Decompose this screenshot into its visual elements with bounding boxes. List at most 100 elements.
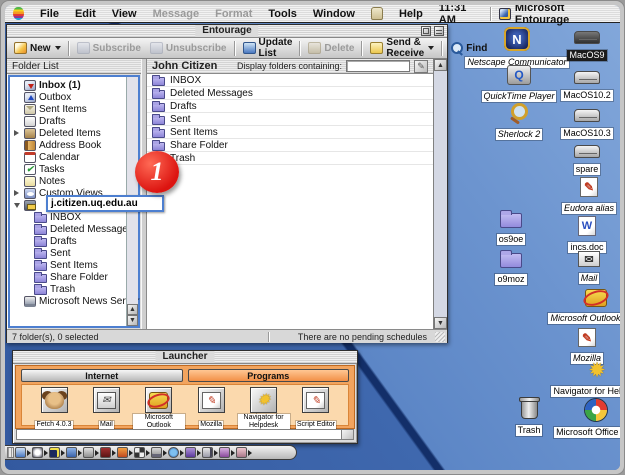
menu-tools[interactable]: Tools bbox=[260, 5, 305, 22]
scroll-up-icon[interactable]: ▲ bbox=[434, 59, 447, 71]
zoom-box-icon[interactable] bbox=[421, 26, 431, 36]
cs-file-sharing-module[interactable] bbox=[66, 447, 82, 458]
collapse-box-icon[interactable] bbox=[434, 26, 444, 36]
find-button[interactable]: Find bbox=[446, 40, 491, 57]
launcher-horizontal-scrollbar[interactable] bbox=[16, 429, 354, 440]
desktop-icon-o9moz-folder[interactable]: o9moz bbox=[476, 253, 546, 287]
folder-item-drafts[interactable]: Drafts bbox=[10, 115, 126, 127]
desktop-icon-spare[interactable]: spare bbox=[549, 145, 620, 177]
menubar-clock[interactable]: 11:31 AM bbox=[431, 5, 490, 26]
cs-monitor-depth-module[interactable] bbox=[117, 447, 133, 458]
cs-location-module[interactable] bbox=[185, 447, 201, 458]
folder-item-account-sent[interactable]: Sent bbox=[10, 247, 126, 259]
launcher-navigator-helpdesk-button[interactable]: ✹ Navigator for Helpdesk bbox=[238, 387, 290, 425]
disclosure-triangle-icon[interactable] bbox=[12, 130, 21, 136]
send-receive-button[interactable]: Send & Receive bbox=[366, 40, 438, 57]
folder-item-account-trash[interactable]: Trash bbox=[10, 283, 126, 295]
cs-clock-module[interactable] bbox=[32, 447, 48, 458]
desktop-icon-mail-alias[interactable]: ✉ Mail bbox=[547, 251, 620, 286]
entourage-title-bar[interactable]: Entourage bbox=[7, 25, 447, 38]
folder-item-account-share-folder[interactable]: Share Folder bbox=[10, 271, 126, 283]
module-arrow-icon bbox=[95, 450, 99, 456]
control-strip[interactable] bbox=[5, 445, 297, 460]
cs-display-module[interactable] bbox=[15, 447, 31, 458]
tab-internet[interactable]: Internet bbox=[21, 369, 183, 382]
launcher-title-bar[interactable]: Launcher bbox=[13, 351, 357, 364]
resize-handle-icon[interactable] bbox=[435, 332, 445, 342]
cs-disk-module[interactable] bbox=[236, 447, 252, 458]
cs-speech-module[interactable] bbox=[219, 447, 235, 458]
mail-folder-row-inbox[interactable]: INBOX bbox=[147, 74, 433, 87]
menu-file[interactable]: File bbox=[32, 5, 67, 22]
scroll-up-icon[interactable]: ▲ bbox=[127, 304, 138, 315]
menu-view[interactable]: View bbox=[104, 5, 145, 22]
hard-drive-icon bbox=[574, 145, 600, 158]
folder-item-account-inbox[interactable]: INBOX bbox=[10, 211, 126, 223]
folder-item-outbox[interactable]: Outbox bbox=[10, 91, 126, 103]
launcher-script-editor-button[interactable]: ✎ Script Editor bbox=[290, 387, 342, 425]
desktop-icon-eudora-alias[interactable]: ✎ Eudora alias bbox=[547, 177, 620, 216]
desktop-icon-microsoft-office[interactable]: Microsoft Office 200 bbox=[546, 399, 620, 440]
cs-quicktime-module[interactable] bbox=[168, 447, 184, 458]
folder-item-notes[interactable]: Notes bbox=[10, 175, 126, 187]
launcher-mail-button[interactable]: ✉ Mail bbox=[80, 387, 132, 425]
desktop-icon-os9oe-folder[interactable]: os9oe bbox=[476, 213, 546, 247]
tab-programs[interactable]: Programs bbox=[188, 369, 350, 382]
folder-item-tasks[interactable]: Tasks bbox=[10, 163, 126, 175]
desktop[interactable]: N Netscape Communicator MacOS9 Q QuickTi… bbox=[5, 23, 620, 470]
folder-item-calendar[interactable]: Calendar bbox=[10, 151, 126, 163]
desktop-icon-macos9[interactable]: MacOS9 bbox=[549, 31, 620, 63]
edit-pencil-icon[interactable]: ✎ bbox=[414, 60, 428, 73]
server-name-edit-field[interactable]: j.citizen.uq.edu.au bbox=[46, 195, 164, 212]
speaker-icon bbox=[202, 447, 213, 458]
applescript-menu[interactable] bbox=[363, 5, 391, 22]
mail-folder-row-sent[interactable]: Sent bbox=[147, 113, 433, 126]
desktop-icon-outlook-express-alias[interactable]: Microsoft Outlook Expr bbox=[546, 289, 620, 326]
update-list-button[interactable]: Update List bbox=[239, 40, 297, 57]
disclosure-triangle-icon[interactable] bbox=[12, 203, 21, 208]
menu-window[interactable]: Window bbox=[305, 5, 363, 22]
cs-printer-module[interactable] bbox=[151, 447, 167, 458]
new-button[interactable]: New bbox=[10, 40, 65, 57]
folder-item-inbox[interactable]: Inbox (1) bbox=[10, 79, 126, 91]
menu-edit[interactable]: Edit bbox=[67, 5, 104, 22]
mail-folder-row-deleted-messages[interactable]: Deleted Messages bbox=[147, 87, 433, 100]
folder-item-news-server[interactable]: Microsoft News Server bbox=[10, 295, 126, 307]
launcher-outlook-express-button[interactable]: Microsoft Outlook Express bbox=[133, 387, 185, 425]
launcher-fetch-button[interactable]: Fetch 4.0.3 bbox=[28, 387, 80, 425]
application-menu[interactable]: Microsoft Entourage bbox=[491, 5, 620, 26]
apple-menu[interactable] bbox=[5, 5, 32, 22]
menu-help[interactable]: Help bbox=[391, 5, 431, 22]
desktop-icon-navigator-for-helpdesk[interactable]: ✹ Navigator for Helpdes bbox=[547, 361, 620, 399]
folder-item-account-deleted-messages[interactable]: Deleted Messages bbox=[10, 223, 126, 235]
main-pane-scrollbar[interactable]: ▲ ▼ bbox=[433, 59, 447, 329]
filter-input[interactable] bbox=[346, 60, 410, 72]
folder-item-account-drafts[interactable]: Drafts bbox=[10, 235, 126, 247]
folder-item-sent-items[interactable]: Sent Items bbox=[10, 103, 126, 115]
scroll-down-icon[interactable]: ▼ bbox=[127, 315, 138, 326]
folder-item-account-sent-items[interactable]: Sent Items bbox=[10, 259, 126, 271]
cs-sound-volume-module[interactable] bbox=[202, 447, 218, 458]
toolbar-separator bbox=[361, 41, 363, 56]
cs-energy-saver-module[interactable] bbox=[49, 447, 65, 458]
desktop-icon-macos10-3[interactable]: MacOS10.3 bbox=[549, 109, 620, 141]
desktop-icon-macos10-2[interactable]: MacOS10.2 bbox=[549, 71, 620, 103]
new-message-icon bbox=[14, 42, 27, 54]
launcher-mozilla-button[interactable]: ✎ Mozilla bbox=[185, 387, 237, 425]
mail-folder-row-trash[interactable]: Trash bbox=[147, 152, 433, 165]
disclosure-triangle-icon[interactable] bbox=[12, 190, 21, 196]
folder-item-deleted-items[interactable]: Deleted Items bbox=[10, 127, 126, 139]
scroll-down-icon[interactable]: ▼ bbox=[434, 317, 447, 329]
desktop-icon-incs-doc[interactable]: W incs.doc bbox=[549, 216, 620, 255]
mail-folder-row-share-folder[interactable]: Share Folder bbox=[147, 139, 433, 152]
mail-folder-row-drafts[interactable]: Drafts bbox=[147, 100, 433, 113]
cs-cd-audio-module[interactable] bbox=[100, 447, 116, 458]
control-strip-handle[interactable] bbox=[7, 447, 14, 458]
mail-folder-row-sent-items[interactable]: Sent Items bbox=[147, 126, 433, 139]
folder-item-address-book[interactable]: Address Book bbox=[10, 139, 126, 151]
cs-desktop-pattern-module[interactable] bbox=[134, 447, 150, 458]
quicktime-glyph: Q bbox=[514, 68, 523, 82]
folder-list-view[interactable]: INBOX Deleted Messages Drafts Sent Sent … bbox=[147, 74, 433, 329]
folder-tree[interactable]: Inbox (1) Outbox Sent Items Drafts Delet… bbox=[8, 75, 140, 328]
cs-keychain-module[interactable] bbox=[83, 447, 99, 458]
